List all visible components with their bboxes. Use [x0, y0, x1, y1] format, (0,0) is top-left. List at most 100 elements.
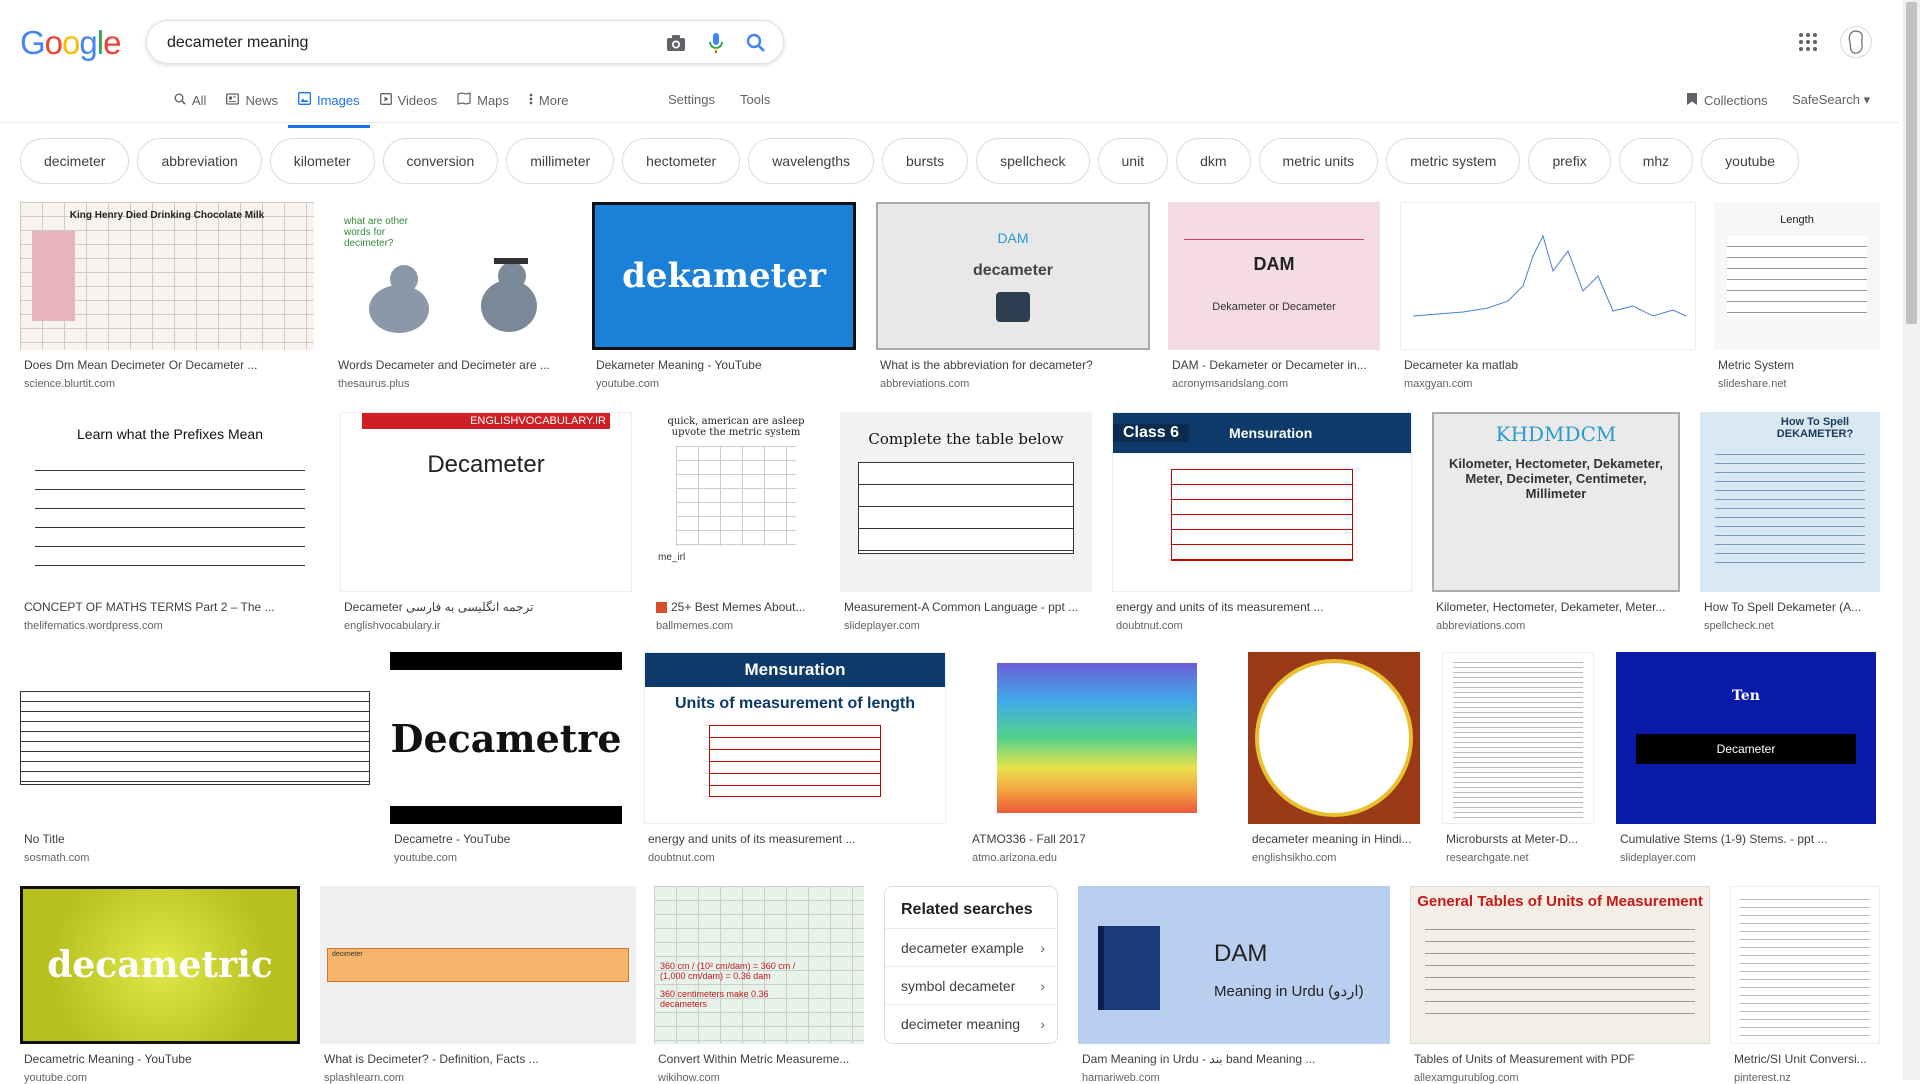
result-title[interactable]: Convert Within Metric Measureme... [658, 1052, 860, 1066]
result-title[interactable]: Decameter ka matlab [1404, 358, 1692, 372]
result-thumbnail[interactable]: decimeter [320, 886, 636, 1044]
result-thumbnail[interactable] [1248, 652, 1420, 824]
result-title[interactable]: Decametric Meaning - YouTube [24, 1052, 296, 1066]
chip[interactable]: abbreviation [137, 138, 262, 184]
result-thumbnail[interactable]: Complete the table below [840, 412, 1092, 592]
result-title[interactable]: Tables of Units of Measurement with PDF [1414, 1052, 1706, 1066]
result-title[interactable]: DAM - Dekameter or Decameter in... [1172, 358, 1376, 372]
result-title[interactable]: Measurement-A Common Language - ppt ... [844, 600, 1088, 614]
chip[interactable]: mhz [1618, 138, 1694, 184]
result-title[interactable]: decameter meaning in Hindi... [1252, 832, 1416, 846]
search-input[interactable]: decameter meaning [167, 34, 308, 52]
related-search-item[interactable]: decameter example › [885, 928, 1057, 966]
image-result[interactable]: DAM Dekameter or Decameter DAM - Dekamet… [1168, 202, 1380, 392]
image-result[interactable]: Ten Decameter Cumulative Stems (1-9) Ste… [1616, 652, 1876, 866]
search-box[interactable]: decameter meaning [146, 20, 784, 64]
image-result[interactable]: Microbursts at Meter-D... researchgate.n… [1442, 652, 1594, 866]
chip[interactable]: millimeter [506, 138, 615, 184]
result-thumbnail[interactable]: King Henry Died Drinking Chocolate Milk [20, 202, 314, 350]
result-thumbnail[interactable]: How To Spell DEKAMETER? [1700, 412, 1880, 592]
result-thumbnail[interactable]: Learn what the Prefixes Mean [20, 412, 320, 592]
image-result[interactable]: Metric/SI Unit Conversi... pinterest.nz [1730, 886, 1880, 1084]
chip[interactable]: unit [1097, 138, 1169, 184]
result-title[interactable]: Decametre - YouTube [394, 832, 618, 846]
related-search-item[interactable]: symbol decameter › [885, 966, 1057, 1004]
result-title[interactable]: What is Decimeter? - Definition, Facts .… [324, 1052, 632, 1066]
result-thumbnail[interactable]: Length [1714, 202, 1880, 350]
result-title[interactable]: No Title [24, 832, 366, 846]
result-thumbnail[interactable] [1400, 202, 1696, 350]
chip[interactable]: bursts [882, 138, 969, 184]
result-thumbnail[interactable]: decametric [20, 886, 300, 1044]
result-title[interactable]: Dekameter Meaning - YouTube [596, 358, 852, 372]
result-title[interactable]: 25+ Best Memes About... [656, 600, 816, 614]
tab-maps[interactable]: Maps [447, 88, 519, 112]
image-result[interactable]: dekameter Dekameter Meaning - YouTube yo… [592, 202, 856, 392]
result-thumbnail[interactable] [968, 652, 1226, 824]
image-result[interactable]: King Henry Died Drinking Chocolate Milk … [20, 202, 314, 392]
chip[interactable]: conversion [382, 138, 499, 184]
image-result[interactable]: Class 6 Mensuration energy and units of … [1112, 412, 1412, 634]
image-result[interactable]: Length Metric System slideshare.net [1714, 202, 1880, 392]
image-result[interactable]: Mensuration Units of measurement of leng… [644, 652, 946, 866]
result-thumbnail[interactable]: Decametre [390, 652, 622, 824]
chip[interactable]: decimeter [20, 138, 130, 184]
image-result[interactable]: ENGLISHVOCABULARY.IR Decameter Decameter… [340, 412, 632, 634]
chip[interactable]: metric system [1386, 138, 1521, 184]
image-result[interactable]: decametric Decametric Meaning - YouTube … [20, 886, 300, 1084]
chip[interactable]: prefix [1528, 138, 1611, 184]
result-title[interactable]: energy and units of its measurement ... [1116, 600, 1408, 614]
result-title[interactable]: Metric System [1718, 358, 1876, 372]
result-title[interactable]: Decameter ترجمه انگلیسی به فارسی [344, 600, 628, 614]
image-result[interactable]: 360 cm / (10² cm/dam) = 360 cm / (1,000 … [654, 886, 864, 1084]
result-title[interactable]: ATMO336 - Fall 2017 [972, 832, 1222, 846]
tab-videos[interactable]: Videos [370, 88, 448, 112]
search-icon[interactable] [745, 32, 767, 54]
tools-link[interactable]: Tools [740, 92, 770, 107]
result-title[interactable]: CONCEPT OF MATHS TERMS Part 2 – The ... [24, 600, 316, 614]
result-title[interactable]: Does Dm Mean Decimeter Or Decameter ... [24, 358, 310, 372]
image-result[interactable]: what are other words for decimeter? Word… [334, 202, 574, 392]
chip[interactable]: youtube [1701, 138, 1799, 184]
result-thumbnail[interactable]: DAM Meaning in Urdu (اردو) [1078, 886, 1390, 1044]
apps-grid-icon[interactable] [1796, 30, 1820, 54]
chip[interactable]: hectometer [622, 138, 741, 184]
result-title[interactable]: Cumulative Stems (1-9) Stems. - ppt ... [1620, 832, 1872, 846]
image-result[interactable]: How To Spell DEKAMETER? How To Spell Dek… [1700, 412, 1880, 634]
image-result[interactable]: quick, american are asleep upvote the me… [652, 412, 820, 634]
image-result[interactable]: KHDMDCM Kilometer, Hectometer, Dekameter… [1432, 412, 1680, 634]
result-thumbnail[interactable]: 360 cm / (10² cm/dam) = 360 cm / (1,000 … [654, 886, 864, 1044]
image-result[interactable]: No Title sosmath.com [20, 652, 370, 866]
image-result[interactable]: Decameter ka matlab maxgyan.com [1400, 202, 1696, 392]
result-title[interactable]: Dam Meaning in Urdu - بند band Meaning .… [1082, 1052, 1386, 1066]
result-title[interactable]: energy and units of its measurement ... [648, 832, 942, 846]
image-result[interactable]: decameter meaning in Hindi... englishsik… [1248, 652, 1420, 866]
image-result[interactable]: General Tables of Units of Measurement T… [1410, 886, 1710, 1084]
result-thumbnail[interactable]: Class 6 Mensuration [1112, 412, 1412, 592]
google-logo[interactable]: Google [20, 24, 121, 62]
avatar[interactable] [1840, 26, 1872, 58]
result-title[interactable]: How To Spell Dekameter (A... [1704, 600, 1876, 614]
result-thumbnail[interactable] [1730, 886, 1880, 1044]
tab-more[interactable]: More [519, 88, 579, 112]
result-thumbnail[interactable] [1442, 652, 1594, 824]
tab-images[interactable]: Images [287, 88, 370, 128]
result-title[interactable]: Kilometer, Hectometer, Dekameter, Meter.… [1436, 600, 1676, 614]
collections-link[interactable]: Collections [1686, 92, 1768, 109]
safesearch-menu[interactable]: SafeSearch ▾ [1792, 92, 1870, 108]
chip[interactable]: wavelengths [748, 138, 875, 184]
image-result[interactable]: Decametre Decametre - YouTube youtube.co… [390, 652, 622, 866]
result-thumbnail[interactable]: what are other words for decimeter? [334, 202, 574, 350]
chip[interactable]: spellcheck [976, 138, 1090, 184]
chip[interactable]: metric units [1258, 138, 1379, 184]
tab-all[interactable]: All [164, 88, 216, 112]
camera-icon[interactable] [665, 32, 687, 54]
mic-icon[interactable] [705, 32, 727, 54]
result-thumbnail[interactable]: Ten Decameter [1616, 652, 1876, 824]
image-result[interactable]: Learn what the Prefixes Mean CONCEPT OF … [20, 412, 320, 634]
result-thumbnail[interactable]: ENGLISHVOCABULARY.IR Decameter [340, 412, 632, 592]
result-title[interactable]: Metric/SI Unit Conversi... [1734, 1052, 1876, 1066]
chip[interactable]: kilometer [269, 138, 375, 184]
image-result[interactable]: Complete the table below Measurement-A C… [840, 412, 1092, 634]
chip[interactable]: dkm [1176, 138, 1251, 184]
